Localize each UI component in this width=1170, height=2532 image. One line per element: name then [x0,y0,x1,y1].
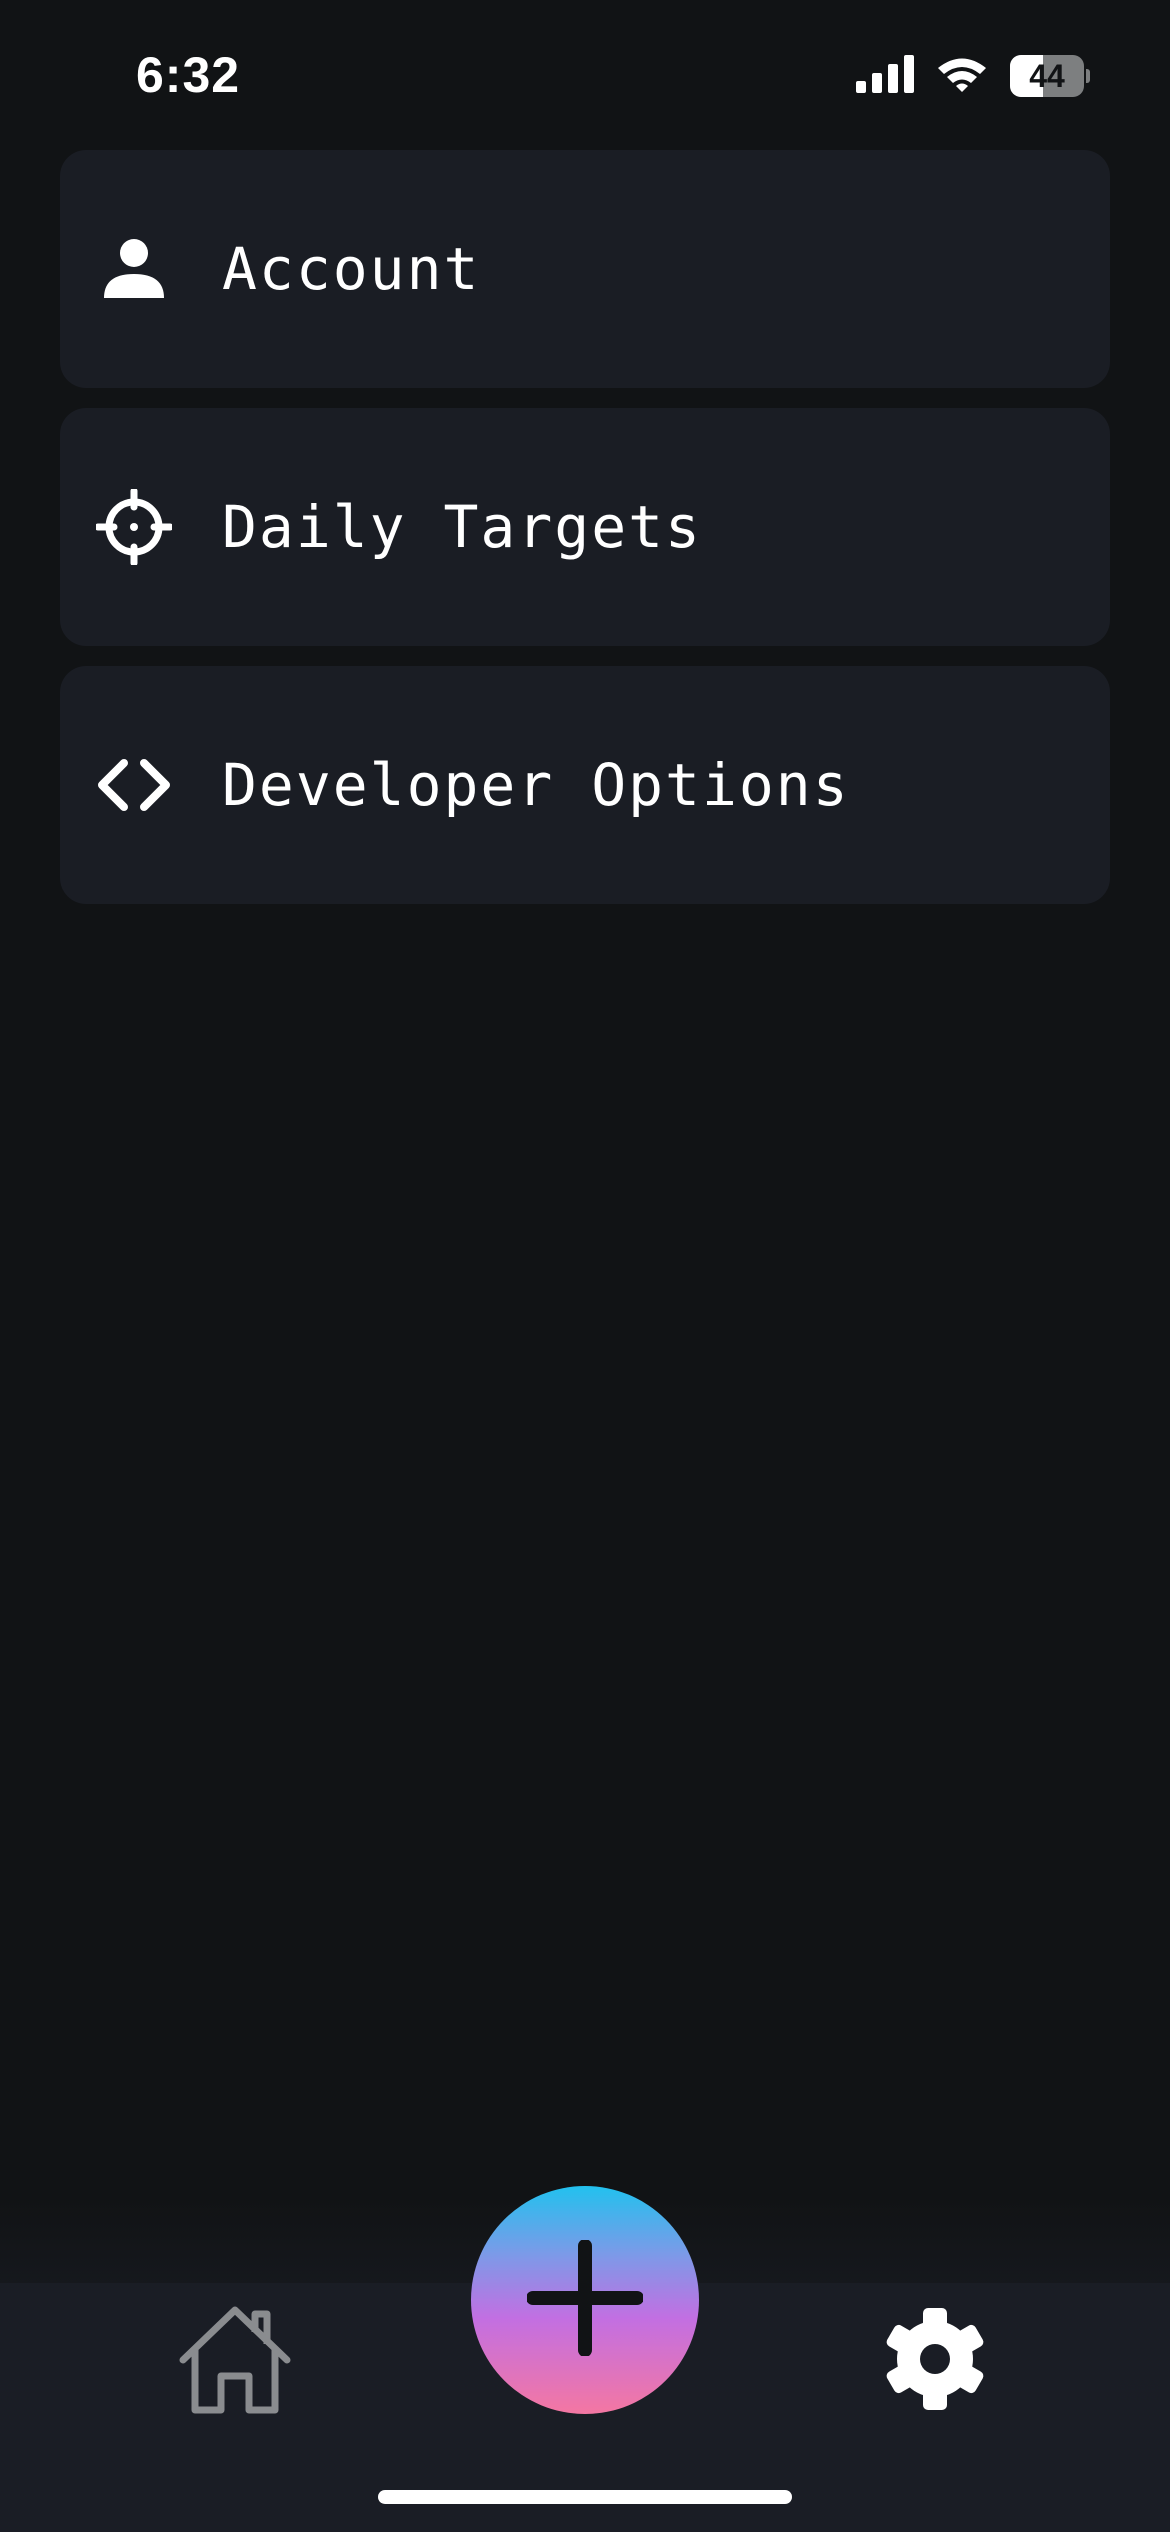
cellular-signal-icon [856,55,914,97]
settings-item-daily-targets[interactable]: Daily Targets [60,408,1110,646]
wifi-icon [936,55,988,97]
battery-level: 44 [1029,58,1065,94]
plus-icon [526,2239,644,2360]
settings-item-developer-options[interactable]: Developer Options [60,666,1110,904]
status-bar: 6:32 44 [0,0,1170,150]
home-indicator [378,2490,792,2504]
crosshair-target-icon [96,489,172,565]
home-icon [177,2304,293,2418]
settings-item-label: Account [222,235,481,303]
settings-item-account[interactable]: Account [60,150,1110,388]
battery-icon: 44 [1010,55,1090,97]
code-brackets-icon [96,747,172,823]
settings-item-label: Developer Options [222,751,850,819]
status-icons: 44 [856,54,1090,98]
tab-home[interactable] [170,2296,300,2426]
gear-icon [880,2304,990,2418]
settings-list: Account Daily Targets Developer Options [60,150,1110,924]
add-button[interactable] [471,2186,699,2414]
settings-item-label: Daily Targets [222,493,702,561]
status-time: 6:32 [136,47,241,103]
tab-settings[interactable] [870,2296,1000,2426]
person-icon [96,231,172,307]
